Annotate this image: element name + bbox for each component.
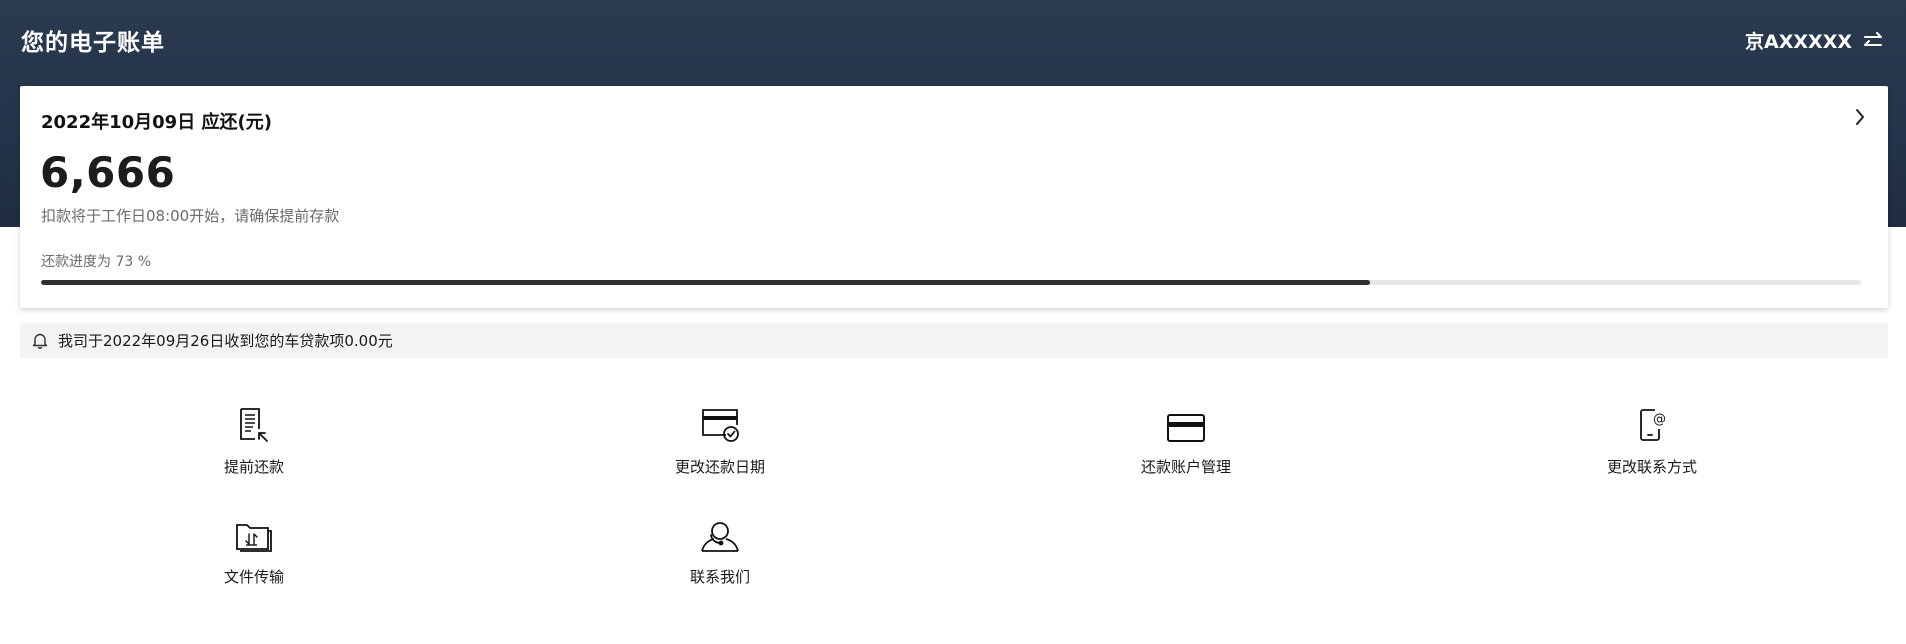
contact-us-button[interactable]: 联系我们 xyxy=(620,513,820,593)
deduction-note: 扣款将于工作日08:00开始，请确保提前存款 xyxy=(41,207,340,225)
repayment-progress-fill xyxy=(41,280,1370,285)
repayment-progress-bar xyxy=(41,280,1861,285)
bell-icon xyxy=(32,333,48,349)
card-clock-icon xyxy=(702,409,739,442)
change-contact-button[interactable]: @ 更改联系方式 xyxy=(1552,403,1752,483)
notice-text: 我司于2022年09月26日收到您的车贷款项0.00元 xyxy=(58,332,393,350)
payment-notice: 我司于2022年09月26日收到您的车贷款项0.00元 xyxy=(20,323,1888,358)
license-plate: 京AXXXXX xyxy=(1745,31,1852,53)
due-date-label: 2022年10月09日 应还(元) xyxy=(41,112,272,133)
phone-at-icon: @ xyxy=(1640,409,1666,441)
repayment-account-button[interactable]: 还款账户管理 xyxy=(1086,403,1286,483)
change-due-date-button[interactable]: 更改还款日期 xyxy=(620,403,820,483)
chevron-right-icon[interactable] xyxy=(1854,108,1866,126)
credit-card-icon xyxy=(1167,414,1205,442)
early-repayment-button[interactable]: 提前还款 xyxy=(154,403,354,483)
bill-card[interactable]: 2022年10月09日 应还(元) 6,666 扣款将于工作日08:00开始，请… xyxy=(20,86,1888,308)
progress-label: 还款进度为 73 % xyxy=(41,254,152,270)
customer-service-icon xyxy=(701,522,739,552)
amount-due: 6,666 xyxy=(40,148,176,197)
page-title: 您的电子账单 xyxy=(21,29,165,56)
file-transfer-button[interactable]: 文件传输 xyxy=(154,513,354,593)
switch-vehicle-button[interactable]: 京AXXXXX xyxy=(1745,27,1884,54)
folder-transfer-icon xyxy=(236,524,272,552)
svg-text:@: @ xyxy=(1653,412,1666,427)
document-arrow-icon xyxy=(240,408,268,442)
swap-icon xyxy=(1864,31,1882,46)
